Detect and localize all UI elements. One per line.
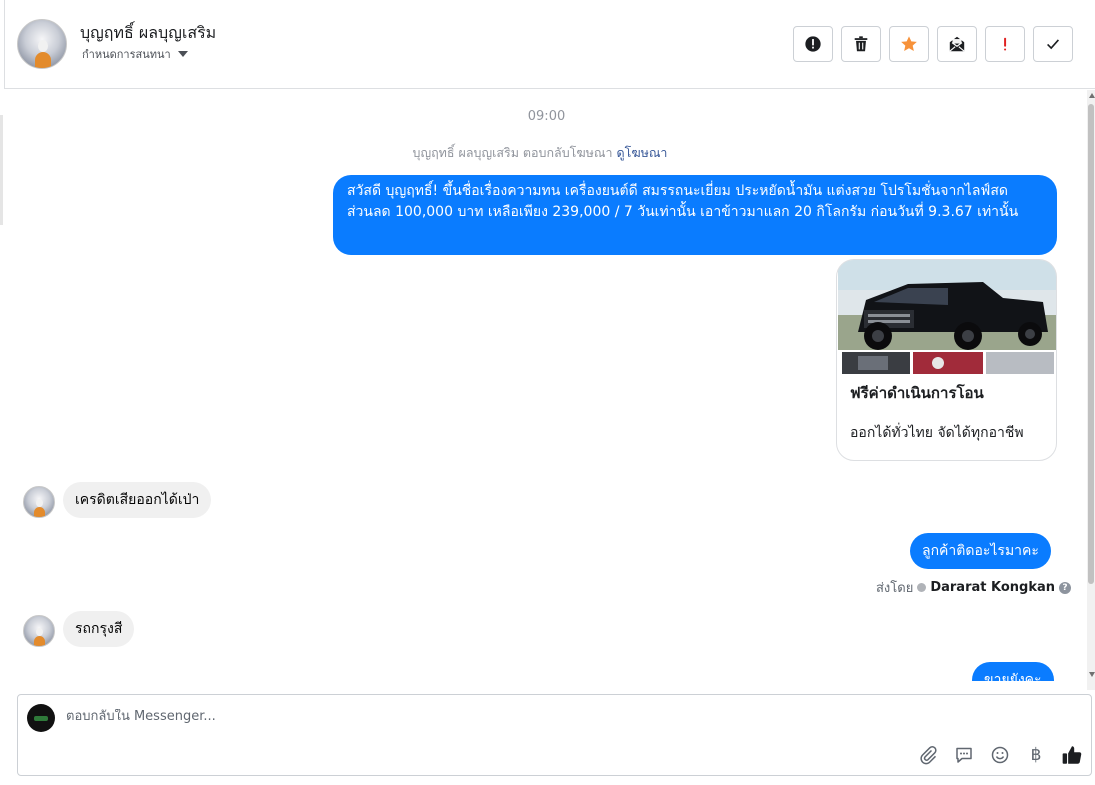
scroll-up-icon[interactable] (1089, 93, 1095, 98)
message-text: สวัสดี บุญฤทธิ์! ขึ้นชื่อเรื่องความทน เค… (347, 183, 1019, 220)
paperclip-icon (920, 746, 937, 765)
message-text: รถกรุงสี (75, 621, 123, 637)
message-text: ลูกค้าติดอะไรมาคะ (922, 543, 1039, 559)
saved-replies-icon (956, 747, 972, 763)
ad-reply-text: บุญฤทธิ์ ผลบุญเสริม ตอบกลับโฆษณา (412, 145, 613, 160)
emoji-button[interactable] (987, 743, 1013, 767)
composer-actions: ฿ (915, 743, 1085, 767)
saved-replies-button[interactable] (951, 743, 977, 767)
ad-image-truck[interactable] (838, 260, 1056, 374)
trash-icon (854, 36, 868, 52)
sent-by-label: ส่งโดย (876, 581, 914, 596)
star-icon (901, 36, 917, 52)
contact-avatar[interactable] (17, 19, 67, 69)
agent-name[interactable]: Dararat Kongkan (930, 580, 1055, 595)
message-composer: ฿ (17, 694, 1092, 776)
sender-avatar[interactable] (23, 615, 55, 647)
caret-down-icon (177, 51, 188, 57)
message-bubble-clip: ขายยังคะ (960, 660, 1070, 681)
done-button[interactable] (1033, 26, 1073, 62)
payment-button[interactable]: ฿ (1023, 743, 1049, 767)
like-button[interactable] (1059, 743, 1085, 767)
message-bubble-incoming[interactable]: เครดิตเสียออกได้เป่า (63, 482, 212, 518)
scroll-down-icon[interactable] (1089, 672, 1095, 677)
message-bubble-outgoing[interactable]: ขายยังคะ (972, 662, 1054, 681)
star-button[interactable] (889, 26, 929, 62)
message-timestamp: 09:00 (527, 109, 566, 124)
ad-card[interactable]: ฟรีค่าดำเนินการโอน ออกได้ทั่วไทย จัดได้ท… (836, 259, 1057, 461)
sent-by-info: ส่งโดย Dararat Kongkan ? (876, 577, 1072, 598)
header-toolbar (793, 26, 1073, 62)
delete-button[interactable] (841, 26, 881, 62)
thumbs-up-icon (1062, 746, 1082, 764)
check-icon (1047, 39, 1060, 50)
verified-icon (917, 583, 927, 592)
ad-card-title: ฟรีค่าดำเนินการโอน (850, 384, 984, 402)
message-bubble-outgoing[interactable]: ลูกค้าติดอะไรมาคะ (910, 533, 1051, 569)
important-button[interactable] (985, 26, 1025, 62)
attach-button[interactable] (915, 743, 941, 767)
alert-circle-icon (805, 36, 821, 52)
conversation-status-label: กำหนดการสนทนา (82, 48, 171, 61)
message-bubble-outgoing[interactable]: สวัสดี บุญฤทธิ์! ขึ้นชื่อเรื่องความทน เค… (333, 175, 1057, 255)
baht-icon: ฿ (1030, 745, 1042, 765)
conversation-header: บุญฤทธิ์ ผลบุญเสริม กำหนดการสนทนา (4, 0, 1095, 89)
ad-card-subtitle: ออกได้ทั่วไทย จัดได้ทุกอาชีพ (850, 425, 1024, 441)
view-ad-link[interactable]: ดูโฆษณา (616, 145, 667, 160)
report-button[interactable] (793, 26, 833, 62)
contact-name[interactable]: บุญฤทธิ์ ผลบุญเสริม (80, 21, 216, 46)
scroll-thumb[interactable] (1088, 104, 1094, 584)
sender-avatar[interactable] (23, 486, 55, 518)
message-bubble-incoming[interactable]: รถกรุงสี (63, 611, 135, 647)
reply-input[interactable] (66, 709, 866, 724)
emoji-icon (991, 746, 1009, 764)
envelope-icon (949, 36, 965, 52)
ad-reply-notice: บุญฤทธิ์ ผลบุญเสริม ตอบกลับโฆษณา ดูโฆษณา (0, 143, 1080, 163)
truck-photo (838, 260, 1056, 374)
help-icon[interactable]: ? (1059, 581, 1072, 594)
thread-scrollbar[interactable] (1087, 90, 1095, 690)
exclamation-icon (1004, 37, 1007, 51)
message-text: ขายยังคะ (984, 672, 1042, 681)
page-avatar (27, 704, 55, 732)
mark-unread-button[interactable] (937, 26, 977, 62)
message-text: เครดิตเสียออกได้เป่า (75, 492, 200, 508)
conversation-status-dropdown[interactable]: กำหนดการสนทนา (82, 45, 188, 63)
panel-edge (0, 115, 3, 225)
